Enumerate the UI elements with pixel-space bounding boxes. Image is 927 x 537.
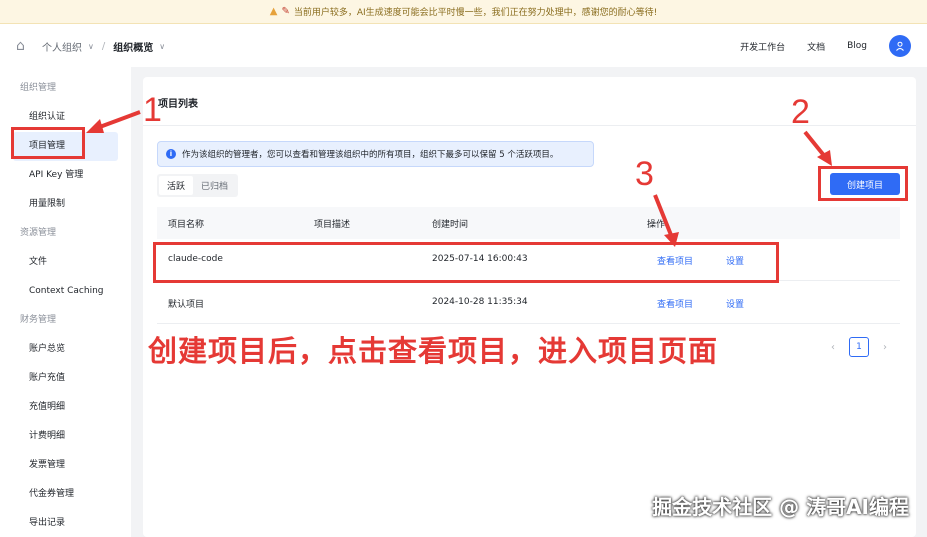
annotation-step-1: 1 [143, 91, 162, 129]
annotation-arrows [86, 110, 832, 247]
annotation-caption: 创建项目后，点击查看项目，进入项目页面 [148, 334, 719, 368]
annotation-step-2: 2 [791, 93, 810, 131]
watermark: 掘金技术社区 @ 涛哥AI编程 [652, 495, 909, 519]
annotation-step-3: 3 [635, 155, 654, 193]
